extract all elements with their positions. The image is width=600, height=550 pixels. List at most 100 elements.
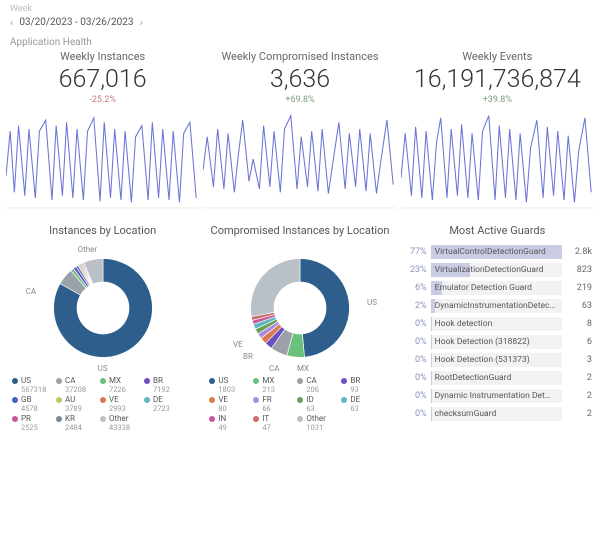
legend-item[interactable]: US567318 [12,377,50,394]
guard-value: 2 [566,391,592,401]
legend-item[interactable]: FR66 [253,396,291,413]
guard-bar: Hook Detection (318822) [431,335,562,349]
guard-row[interactable]: 0% Hook Detection (531373) 3 [403,351,592,369]
guard-row[interactable]: 0%RootDetectionGuard2 [403,369,592,387]
legend-item[interactable]: DE2723 [144,396,182,413]
guard-pct: 2% [403,301,427,311]
guard-row[interactable]: 0%checksumGuard2 [403,405,592,423]
legend-item[interactable]: ID63 [297,396,335,413]
kpi-weekly-instances: Weekly Instances 667,016 -25.2% [6,48,199,105]
guard-pct: 0% [403,319,427,329]
legend-value: 7192 [153,386,170,394]
callout-other: Other [78,245,97,254]
callout-ve: VE [233,340,243,349]
legend-value: 4578 [21,405,38,413]
legend-value: 1031 [306,424,325,432]
legend-item[interactable]: DE63 [341,396,379,413]
legend-item[interactable]: AU3789 [56,396,94,413]
legend-value: 43338 [109,424,130,432]
swatch-icon [100,378,106,384]
chevron-left-icon[interactable]: ‹ [10,16,13,29]
guard-row[interactable]: 23%VirtualizationDetectionGuard823 [403,261,592,279]
swatch-icon [253,416,259,422]
swatch-icon [100,416,106,422]
chevron-right-icon[interactable]: › [139,16,142,29]
legend: US1803 MX213 CA206 BR93 VE80 FR66 ID63 DE63 IN49… [203,373,396,436]
legend-item[interactable]: Other43338 [100,415,138,432]
guard-name: Hook Detection (531373) [431,355,530,365]
legend-item[interactable]: IT47 [253,415,291,432]
guard-value: 3 [566,355,592,365]
guard-row[interactable]: 0%Dynamic Instrumentation Det…2 [403,387,592,405]
guard-row[interactable]: 6%Emulator Detection Guard219 [403,279,592,297]
legend-item[interactable]: Other1031 [297,415,335,432]
kpi-value: 3,636 [205,65,394,94]
donut-chart: Other CA US [28,243,178,373]
guard-value: 6 [566,337,592,347]
legend-item[interactable]: GB4578 [12,396,50,413]
swatch-icon [297,397,303,403]
guard-row[interactable]: 2%DynamicInstrumentationDetec…63 [403,297,592,315]
legend-value: 63 [350,405,360,413]
legend-value: 7226 [109,386,126,394]
guard-name: Hook Detection (318822) [431,337,530,347]
swatch-icon [297,416,303,422]
swatch-icon [297,378,303,384]
legend-item[interactable]: MX7226 [100,377,138,394]
legend-item[interactable]: IN49 [209,415,247,432]
guard-pct: 0% [403,355,427,365]
guard-value: 63 [566,301,592,311]
section-title: Application Health [0,31,600,48]
legend-item[interactable]: US1803 [209,377,247,394]
legend-item[interactable]: VE2993 [100,396,138,413]
legend-item[interactable]: BR7192 [144,377,182,394]
legend-value: 93 [350,386,360,394]
legend-item[interactable]: MX213 [253,377,291,394]
guard-name: RootDetectionGuard [431,373,512,383]
legend-item[interactable]: VE80 [209,396,247,413]
swatch-icon [144,397,150,403]
legend-value: 2723 [153,405,170,413]
legend-value: 2525 [21,424,38,432]
guard-bar: VirtualizationDetectionGuard [431,263,562,277]
legend-item[interactable]: CA206 [297,377,335,394]
panel-instances-location: Instances by Location Other CA US US5673… [6,217,199,436]
callout-br: BR [243,352,253,361]
guard-bar: VirtualControlDetectionGuard [431,245,562,259]
kpi-delta: +69.8% [205,95,394,105]
legend-item[interactable]: BR93 [341,377,379,394]
guard-row[interactable]: 0%Hook Detection (318822)6 [403,333,592,351]
date-range-picker[interactable]: ‹ 03/20/2023 - 03/26/2023 › [10,16,590,29]
guard-row[interactable]: 0%Hook detection8 [403,315,592,333]
legend-value: 2484 [65,424,82,432]
guard-pct: 0% [403,409,427,419]
kpi-value: 16,191,736,874 [403,65,592,94]
legend-value: 206 [306,386,319,394]
guard-bar: Emulator Detection Guard [431,281,562,295]
callout-us: US [367,298,377,307]
sparkline-events [401,109,594,209]
legend-item[interactable]: PR2525 [12,415,50,432]
legend-value: 213 [262,386,275,394]
guard-name: checksumGuard [431,409,497,419]
panel-title: Instances by Location [6,217,199,243]
kpi-title: Weekly Events [403,50,592,63]
legend-item[interactable]: KR2484 [56,415,94,432]
swatch-icon [209,416,215,422]
swatch-icon [209,378,215,384]
kpi-value: 667,016 [8,65,197,94]
guard-bar: RootDetectionGuard [431,371,562,385]
guard-row[interactable]: 77%VirtualControlDetectionGuard2.8k [403,243,592,261]
swatch-icon [144,378,150,384]
guard-bar: Hook Detection (531373) [431,353,562,367]
sparkline-compromised [203,109,396,209]
guard-value: 219 [566,283,592,293]
guard-name: Hook detection [431,319,493,329]
panel-most-active-guards: Most Active Guards 77%VirtualControlDete… [401,217,594,436]
swatch-icon [100,397,106,403]
kpi-weekly-compromised: Weekly Compromised Instances 3,636 +69.8… [203,48,396,105]
legend-value: 66 [262,405,271,413]
kpi-weekly-events: Weekly Events 16,191,736,874 +39.8% [401,48,594,105]
swatch-icon [253,397,259,403]
legend-item[interactable]: CA37208 [56,377,94,394]
